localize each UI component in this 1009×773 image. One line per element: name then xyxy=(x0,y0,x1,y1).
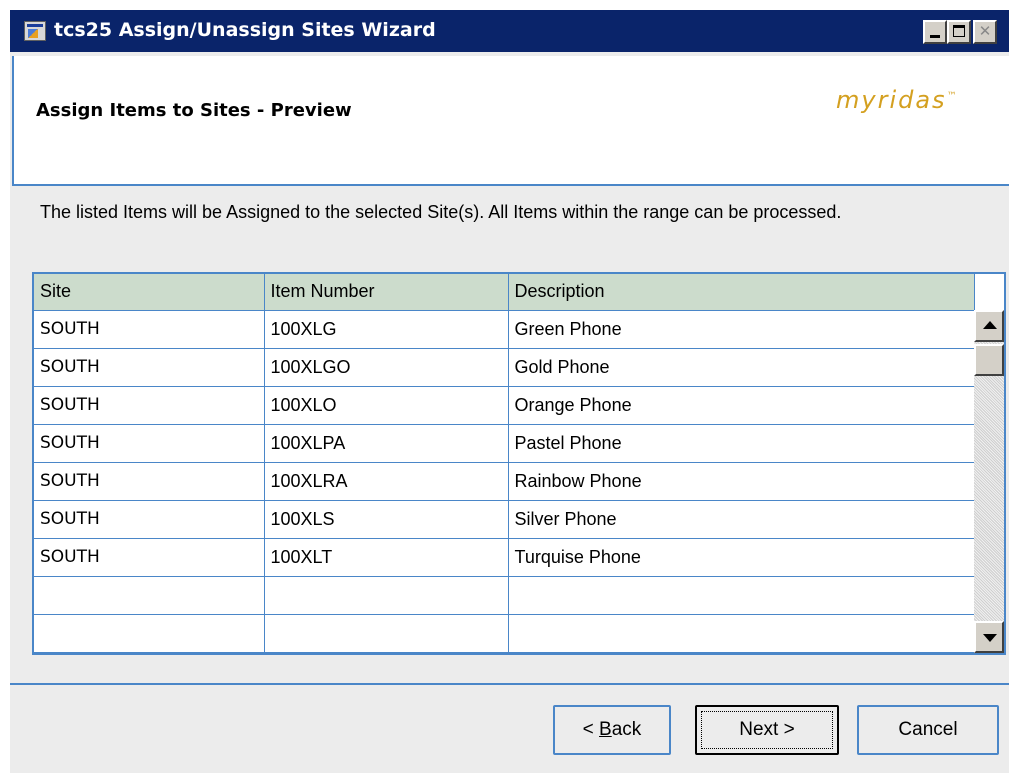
cancel-button-label: Cancel xyxy=(898,719,958,740)
cell-description[interactable]: Silver Phone xyxy=(507,499,975,539)
table-row[interactable]: SOUTH 100XLGO Gold Phone xyxy=(34,347,975,387)
maximize-icon xyxy=(953,25,965,37)
wizard-header: Assign Items to Sites - Preview myridas™ xyxy=(12,56,1009,186)
table-row-empty[interactable] xyxy=(34,575,975,615)
cell-description[interactable]: Rainbow Phone xyxy=(507,461,975,501)
items-grid[interactable]: Site Item Number Description SOUTH 100XL… xyxy=(32,272,1006,655)
cell-description[interactable]: Orange Phone xyxy=(507,385,975,425)
brand-trademark: ™ xyxy=(946,91,957,102)
cell-item-number[interactable]: 100XLT xyxy=(263,537,509,577)
close-button[interactable]: ✕ xyxy=(973,20,997,44)
instruction-text: The listed Items will be Assigned to the… xyxy=(40,202,842,222)
cell-description[interactable]: Green Phone xyxy=(507,309,975,349)
cell-item-number[interactable]: 100XLS xyxy=(263,499,509,539)
close-icon: ✕ xyxy=(978,22,992,40)
cell-site[interactable] xyxy=(34,613,265,653)
grid-header-row: Site Item Number Description xyxy=(34,274,975,311)
scroll-up-button[interactable] xyxy=(974,310,1004,342)
wizard-window: tcs25 Assign/Unassign Sites Wizard ✕ Ass… xyxy=(10,10,1009,773)
arrow-up-icon xyxy=(983,321,997,329)
back-rest: ack xyxy=(611,719,642,740)
minimize-button[interactable] xyxy=(923,20,947,44)
cell-site[interactable] xyxy=(34,575,265,615)
cell-item-number[interactable]: 100XLG xyxy=(263,309,509,349)
cell-site[interactable]: SOUTH xyxy=(34,537,265,577)
column-header-description[interactable]: Description xyxy=(507,274,975,311)
cell-site[interactable]: SOUTH xyxy=(34,309,265,349)
cell-description[interactable] xyxy=(507,575,975,615)
back-accelerator: B xyxy=(599,719,612,740)
footer-divider xyxy=(10,683,1009,685)
table-row[interactable]: SOUTH 100XLT Turquise Phone xyxy=(34,537,975,577)
arrow-down-icon xyxy=(983,634,997,642)
window-title: tcs25 Assign/Unassign Sites Wizard xyxy=(54,19,436,41)
column-header-site[interactable]: Site xyxy=(34,274,265,311)
cell-item-number[interactable] xyxy=(263,575,509,615)
table-row-empty[interactable] xyxy=(34,613,975,653)
cell-item-number[interactable]: 100XLPA xyxy=(263,423,509,463)
table-row[interactable]: SOUTH 100XLPA Pastel Phone xyxy=(34,423,975,463)
title-bar[interactable]: tcs25 Assign/Unassign Sites Wizard ✕ xyxy=(10,10,1009,52)
scroll-thumb[interactable] xyxy=(974,344,1004,376)
column-header-item-number[interactable]: Item Number xyxy=(263,274,509,311)
back-button-label: < Back xyxy=(583,719,642,741)
page-title: Assign Items to Sites - Preview xyxy=(36,100,352,121)
brand-logo: myridas™ xyxy=(836,86,957,114)
app-window-icon[interactable] xyxy=(24,21,46,41)
cell-description[interactable]: Turquise Phone xyxy=(507,537,975,577)
brand-name: myridas xyxy=(836,86,947,114)
vertical-scrollbar[interactable] xyxy=(974,310,1004,653)
cell-site[interactable]: SOUTH xyxy=(34,499,265,539)
cancel-button[interactable]: Cancel xyxy=(857,705,999,755)
scroll-down-button[interactable] xyxy=(974,621,1004,653)
cell-item-number[interactable]: 100XLO xyxy=(263,385,509,425)
table-row[interactable]: SOUTH 100XLS Silver Phone xyxy=(34,499,975,539)
cell-item-number[interactable] xyxy=(263,613,509,653)
cell-site[interactable]: SOUTH xyxy=(34,347,265,387)
focus-ring xyxy=(701,711,833,749)
table-row[interactable]: SOUTH 100XLO Orange Phone xyxy=(34,385,975,425)
cell-description[interactable] xyxy=(507,613,975,653)
cell-item-number[interactable]: 100XLRA xyxy=(263,461,509,501)
maximize-button[interactable] xyxy=(947,20,971,44)
minimize-icon xyxy=(930,35,940,38)
back-prefix: < xyxy=(582,719,600,740)
next-button[interactable]: Next > xyxy=(695,705,839,755)
cell-site[interactable]: SOUTH xyxy=(34,461,265,501)
table-row[interactable]: SOUTH 100XLG Green Phone xyxy=(34,309,975,349)
cell-description[interactable]: Pastel Phone xyxy=(507,423,975,463)
cell-site[interactable]: SOUTH xyxy=(34,423,265,463)
items-table: Site Item Number Description SOUTH 100XL… xyxy=(34,274,975,653)
cell-site[interactable]: SOUTH xyxy=(34,385,265,425)
cell-description[interactable]: Gold Phone xyxy=(507,347,975,387)
table-row[interactable]: SOUTH 100XLRA Rainbow Phone xyxy=(34,461,975,501)
cell-item-number[interactable]: 100XLGO xyxy=(263,347,509,387)
back-button[interactable]: < Back xyxy=(553,705,671,755)
